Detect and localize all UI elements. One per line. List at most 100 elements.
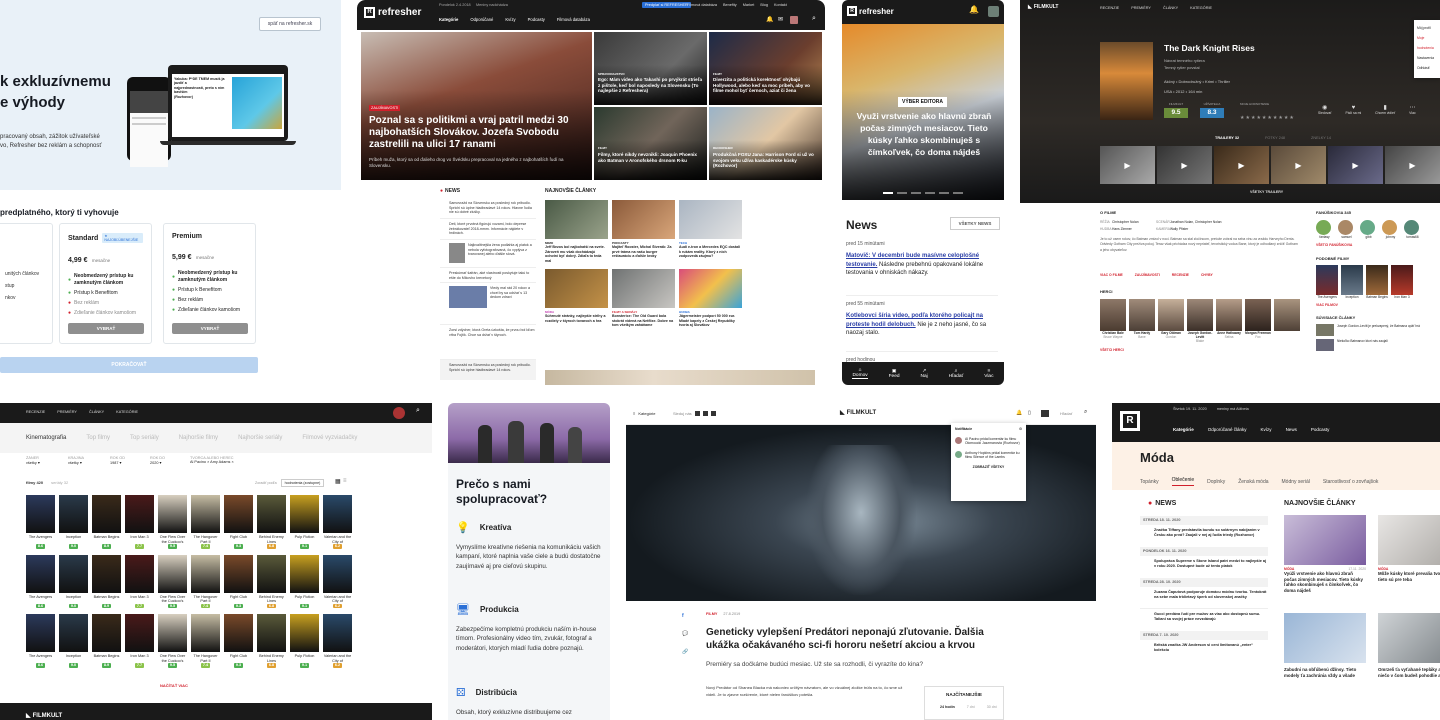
notification-item[interactable]: Anthony Hopkins pridal komentár ku filmu…	[955, 450, 1022, 460]
trailer-thumb[interactable]: ▶	[1157, 146, 1212, 184]
actor-card[interactable]: Christian Bale Bruce Wayne	[1100, 299, 1126, 343]
menu-profile[interactable]: Môj profil	[1417, 23, 1437, 33]
similar-film[interactable]: Iron Man 3	[1391, 265, 1413, 299]
actor-card[interactable]: Morgan Freeman Fox	[1245, 299, 1271, 343]
tab-series[interactable]: seriály 32	[51, 480, 68, 485]
film-card[interactable]: Valerian and the City of 6.2	[323, 495, 352, 549]
film-card[interactable]: The Avengers 8.6	[26, 554, 55, 609]
genre-filter[interactable]: ŽÁNER všetky ▾	[26, 456, 54, 473]
tile-article[interactable]: RHOOOSHER Produkčná FOXU Jana: Harrison …	[709, 107, 822, 180]
tab-30d[interactable]: 30 dní	[987, 705, 997, 709]
tab-photos[interactable]: FOTKY 248	[1265, 136, 1285, 140]
film-card[interactable]: Batman Begins 8.9	[92, 614, 121, 668]
tab-more[interactable]: ≡ Viac	[984, 369, 993, 379]
film-card[interactable]: Fight Club 9.3	[224, 554, 253, 609]
fan-avatar[interactable]: fantasy	[1316, 220, 1333, 239]
bell-icon[interactable]: 🔔	[969, 5, 979, 14]
subnav-accessories[interactable]: Doplnky	[1207, 479, 1225, 485]
reviews-link[interactable]: RECENZIE	[1172, 273, 1189, 277]
news-item[interactable]: pred 15 minútami Matovič: V decembri bude…	[846, 240, 998, 296]
similar-film[interactable]: Inception	[1341, 265, 1363, 299]
tab-24h[interactable]: 24 hodín	[940, 705, 955, 709]
tab-films[interactable]: filmy 420	[26, 480, 43, 485]
similar-film[interactable]: The Avengers	[1316, 265, 1338, 299]
film-card[interactable]: Pulp Fiction 9.1	[290, 614, 319, 668]
goofs-link[interactable]: CHYBY	[1201, 273, 1213, 277]
film-card[interactable]: Batman Begins 8.9	[92, 554, 121, 609]
subnav-care[interactable]: Starostlivosť o zovňajšok	[1323, 479, 1379, 485]
news-item[interactable]: Zuzana Čaputová podporuje domácu módnu t…	[1140, 587, 1268, 609]
nav-quizzes[interactable]: Kvízy	[1261, 427, 1272, 432]
film-card[interactable]: Iron Man 3 7.7	[125, 495, 154, 549]
nav-quizzes[interactable]: Kvízy	[505, 17, 515, 22]
filmkult-logo[interactable]: ◣ FILMKULT	[1028, 4, 1058, 10]
tab-worst-series[interactable]: Najhoršie seriály	[238, 435, 282, 441]
avatar[interactable]	[1041, 410, 1049, 417]
year-from-filter[interactable]: ROK OD 1987 ▾	[110, 456, 136, 473]
load-more-button[interactable]: NAČÍTAŤ VIAC	[160, 683, 188, 688]
list-view-icon[interactable]: ≡	[343, 478, 347, 484]
search-icon[interactable]: ⌕	[812, 15, 816, 23]
film-card[interactable]: The Hangover Part II 7.4	[191, 495, 220, 549]
trailer-thumb[interactable]: ▶	[1328, 146, 1383, 184]
search-icon[interactable]: ⌕	[416, 407, 420, 415]
continue-button[interactable]: POKRAČOVAŤ	[0, 357, 258, 373]
news-item[interactable]: Preskúmať šafrán, aké vlastnosti poskytu…	[440, 268, 536, 283]
film-card[interactable]: Behind Enemy Lines 6.8	[257, 554, 286, 609]
tile-article[interactable]: FILMY Diverzita a politická korektnosť o…	[709, 32, 822, 105]
latest-card[interactable]: MÓDAMôže kúsky ktoré prevalia tvoj plán,…	[1378, 515, 1440, 605]
film-card[interactable]: Inception 9.0	[59, 554, 88, 609]
article-tag[interactable]: FILMY	[706, 612, 717, 616]
mail-icon[interactable]: ✉	[778, 16, 783, 23]
avatar[interactable]	[988, 6, 999, 17]
latest-card[interactable]: Omrzeli ťa vyťahané tepláky a hľadáš nie…	[1378, 613, 1440, 691]
film-card[interactable]: One Flew Over the Cuckoo's Nest9.5	[158, 495, 187, 549]
film-card[interactable]: Iron Man 3 7.7	[125, 614, 154, 668]
actor-card[interactable]: Joseph Gordon-Levitt Blake	[1187, 299, 1213, 343]
menu-ratings[interactable]: Moje hodnotenia	[1417, 33, 1437, 53]
film-card[interactable]: Inception 9.0	[59, 495, 88, 549]
nav-premieres[interactable]: PREMIÉRY	[57, 410, 77, 414]
latest-card[interactable]: FILMY A SERIÁLY Bonsterice: The Old Guard…	[612, 269, 675, 332]
copy-link-icon[interactable]: 🔗	[682, 649, 688, 655]
tab-trailers[interactable]: TRAILERY 32	[1215, 136, 1239, 140]
latest-card[interactable]: MÓDA Súhrnuté stránky, najlepšie strihy a…	[545, 269, 608, 332]
year-to-filter[interactable]: ROK DO 2020 ▾	[150, 456, 176, 473]
film-card[interactable]: One Flew Over the Cuckoo's Nest9.5	[158, 614, 187, 668]
tab-sounds[interactable]: ZNELKY 14	[1311, 136, 1331, 140]
news-item[interactable]: pred 55 minútami Kotlebovci šíria video, …	[846, 296, 998, 352]
news-item[interactable]: Zorsi zdýcher, ktorá Greta úzkošta, že p…	[440, 325, 536, 360]
bell-icon[interactable]: 🔔	[1016, 410, 1022, 416]
actor-card[interactable]: Gary Oldman Gordon	[1158, 299, 1184, 343]
more-button[interactable]: ⋯ Viac	[1409, 104, 1416, 115]
latest-card[interactable]: HUDBA Jägermeister podporí 50 000 eur. Ml…	[679, 269, 742, 332]
comments-icon[interactable]: 💬	[682, 631, 688, 637]
latest-card[interactable]: PODCASTY Majiteľ Rooster, Michal Štverák:…	[612, 200, 675, 263]
more-films-link[interactable]: VIAC FILMOV	[1316, 303, 1436, 307]
news-item[interactable]: Gucci predáva ľudí pre mužov za viac ako…	[1140, 609, 1268, 631]
credit-link[interactable]: Hans Zimmer	[1112, 226, 1156, 233]
featured-article[interactable]: VÝBER EDITORA Využi vrstvenie ako hlavnú…	[842, 24, 1004, 200]
tile-article[interactable]: FILMY Filmy, ktoré nikdy nevznikli: Joaq…	[594, 107, 707, 180]
all-fans-link[interactable]: VŠETCI FANÚŠIKOVIA	[1316, 243, 1436, 247]
all-actors-link[interactable]: VŠETCI HERCI	[1100, 348, 1300, 352]
trailer-thumb[interactable]: ▶	[1385, 146, 1440, 184]
related-article[interactable]: Niekoľko Batmanov ktorí nás zaujali	[1316, 339, 1436, 351]
film-card[interactable]: One Flew Over the Cuckoo's Nest9.5	[158, 554, 187, 609]
bookmark-icon[interactable]: ▯	[1028, 410, 1031, 416]
film-card[interactable]: Fight Club 9.3	[224, 614, 253, 668]
nav-reviews[interactable]: RECENZIE	[26, 410, 45, 414]
latest-card[interactable]: MIMO Jeff Bezos bol najbohatší na svete. …	[545, 200, 608, 263]
film-card[interactable]: Iron Man 3 7.7	[125, 554, 154, 609]
my-rating[interactable]: MOJE HODNOTENIE ★★★★★★★★★★	[1240, 102, 1295, 124]
subnav-womens[interactable]: Ženská móda	[1238, 479, 1268, 485]
watch-button[interactable]: ◉ Sledovať	[1318, 104, 1332, 115]
show-all-notifications[interactable]: ZOBRAZIŤ VŠETKY	[955, 465, 1022, 470]
instagram-icon[interactable]	[702, 411, 708, 416]
all-trailers-link[interactable]: VŠETKY TRAILERY	[1250, 190, 1283, 194]
tab-top-films[interactable]: Top filmy	[86, 435, 110, 441]
settings-icon[interactable]: ⚙	[1019, 427, 1022, 432]
actor-card[interactable]: Tom Hardy Bane	[1129, 299, 1155, 343]
film-card[interactable]: The Avengers 8.6	[26, 495, 55, 549]
nav-premieres[interactable]: PREMIÉRY	[1131, 6, 1151, 10]
